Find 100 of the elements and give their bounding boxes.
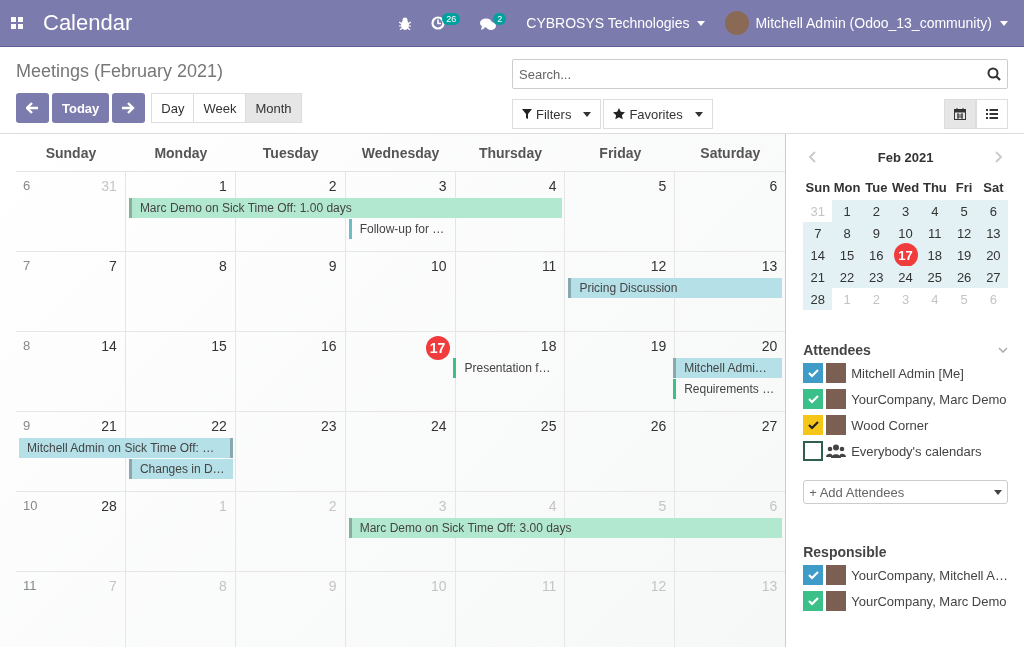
day-number[interactable]: 8 bbox=[218, 258, 227, 274]
checkbox[interactable] bbox=[803, 441, 824, 461]
add-attendees-field[interactable]: + Add Attendees bbox=[803, 480, 1008, 504]
calendar-event[interactable]: Mitchell Admin on Sick Time Off: … bbox=[19, 438, 233, 458]
checkbox[interactable] bbox=[803, 591, 824, 611]
calendar-event[interactable]: Marc Demo on Sick Time Off: 1.00 days bbox=[128, 198, 563, 218]
day-number[interactable]: 26 bbox=[650, 418, 667, 434]
company-switcher[interactable]: CYBROSYS Technologies bbox=[526, 15, 706, 31]
day-number[interactable]: 14 bbox=[101, 338, 117, 354]
weekday-header: Friday bbox=[599, 144, 642, 161]
avatar-placeholder bbox=[826, 389, 847, 409]
checkbox[interactable] bbox=[803, 565, 824, 585]
day-number[interactable]: 7 bbox=[109, 258, 117, 274]
scale-button[interactable]: Month bbox=[246, 93, 302, 123]
day-number[interactable]: 6 bbox=[769, 178, 778, 194]
clock-icon[interactable] bbox=[431, 16, 446, 30]
funnel-icon bbox=[522, 109, 532, 119]
day-number[interactable]: 1 bbox=[218, 178, 227, 194]
day-number[interactable]: 4 bbox=[548, 178, 557, 194]
day-number[interactable]: 20 bbox=[761, 338, 778, 354]
checkbox[interactable] bbox=[803, 389, 824, 409]
mini-day[interactable]: 1 bbox=[843, 203, 851, 219]
filter-label[interactable]: Everybody's calendars bbox=[851, 443, 982, 459]
mini-day[interactable]: 5 bbox=[960, 203, 968, 219]
day-number[interactable]: 25 bbox=[540, 418, 557, 434]
chevron-down-icon[interactable] bbox=[998, 347, 1008, 353]
mini-day[interactable]: 4 bbox=[931, 203, 939, 219]
day-number[interactable]: 16 bbox=[321, 338, 337, 354]
checkbox[interactable] bbox=[803, 363, 824, 383]
app-title: Calendar bbox=[43, 10, 133, 36]
activity-count-badge: 26 bbox=[442, 13, 461, 25]
breadcrumb[interactable]: Meetings (February 2021) bbox=[16, 59, 302, 83]
view-switch-button[interactable] bbox=[944, 99, 976, 129]
day-number[interactable]: 22 bbox=[211, 418, 227, 434]
mini-day[interactable]: 8 bbox=[843, 225, 851, 241]
search-field[interactable]: Search... bbox=[512, 59, 1008, 89]
favorites-button[interactable]: Favorites bbox=[603, 99, 713, 129]
day-number[interactable]: 28 bbox=[101, 498, 117, 514]
apps-menu-icon[interactable] bbox=[11, 17, 23, 29]
day-number[interactable]: 5 bbox=[658, 178, 667, 194]
week-number: 11 bbox=[23, 578, 37, 593]
calendar-event[interactable]: Presentation f… bbox=[453, 358, 559, 378]
list-icon bbox=[986, 108, 998, 120]
weekday-label: Wed bbox=[891, 179, 921, 197]
weekday-label: Mon bbox=[832, 179, 862, 197]
weekday-header: Sunday bbox=[45, 144, 97, 161]
calendar-event[interactable]: Mitchell Admi… bbox=[673, 358, 783, 378]
mini-day[interactable]: 9 bbox=[872, 225, 880, 241]
today-button[interactable]: Today bbox=[52, 93, 110, 123]
calendar-event[interactable]: Marc Demo on Sick Time Off: 3.00 days bbox=[348, 518, 783, 538]
bug-icon[interactable] bbox=[399, 16, 412, 30]
filters-button[interactable]: Filters bbox=[512, 99, 602, 129]
weekday-label: Tue bbox=[864, 179, 889, 197]
calendar-event[interactable]: Changes in D… bbox=[128, 459, 233, 479]
day-number[interactable]: 9 bbox=[328, 258, 337, 274]
check-icon bbox=[807, 570, 819, 580]
scale-button[interactable]: Week bbox=[194, 93, 247, 123]
filter-label[interactable]: YourCompany, Mitchell A… bbox=[851, 567, 1008, 583]
filter-label[interactable]: YourCompany, Marc Demo bbox=[851, 391, 1007, 407]
day-number[interactable]: 11 bbox=[541, 258, 557, 274]
week-number: 6 bbox=[23, 178, 31, 193]
day-number[interactable]: 13 bbox=[761, 258, 778, 274]
mini-day[interactable]: 2 bbox=[872, 203, 880, 219]
day-number[interactable]: 17 bbox=[425, 336, 450, 360]
calendar-event[interactable]: Pricing Discussion bbox=[568, 278, 783, 298]
weekday-label: Sat bbox=[982, 179, 1005, 197]
day-number[interactable]: 3 bbox=[438, 178, 447, 194]
mini-day[interactable]: 6 bbox=[989, 203, 997, 219]
left-arrow-icon bbox=[26, 102, 39, 114]
avatar-placeholder bbox=[826, 415, 847, 435]
check-icon bbox=[807, 394, 819, 404]
day-number[interactable]: 23 bbox=[321, 418, 337, 434]
view-switch-button[interactable] bbox=[976, 99, 1008, 129]
filter-label[interactable]: Mitchell Admin [Me] bbox=[851, 365, 964, 381]
filter-label[interactable]: Wood Corner bbox=[851, 417, 929, 433]
next-button[interactable] bbox=[112, 93, 146, 123]
day-number[interactable]: 24 bbox=[430, 418, 447, 434]
day-number[interactable]: 19 bbox=[650, 338, 667, 354]
weekday-header: Thursday bbox=[478, 144, 542, 161]
chat-bubbles-icon[interactable] bbox=[480, 16, 497, 30]
search-icon[interactable] bbox=[987, 67, 1001, 81]
day-number[interactable]: 21 bbox=[101, 418, 117, 434]
calendar-event[interactable]: Follow-up for … bbox=[348, 219, 453, 239]
filter-label[interactable]: YourCompany, Marc Demo bbox=[851, 593, 1007, 609]
day-number[interactable]: 27 bbox=[761, 418, 778, 434]
mini-day[interactable]: 17 bbox=[893, 243, 918, 267]
week-number: 8 bbox=[23, 338, 31, 353]
weekday-header: Monday bbox=[154, 144, 208, 161]
day-number[interactable]: 10 bbox=[430, 258, 447, 274]
check-icon bbox=[807, 596, 819, 606]
check-icon bbox=[807, 368, 819, 378]
day-number[interactable]: 2 bbox=[328, 178, 337, 194]
user-menu[interactable]: Mitchell Admin (Odoo_13_community) bbox=[725, 11, 1008, 35]
day-number[interactable]: 15 bbox=[211, 338, 227, 354]
mini-day[interactable]: 7 bbox=[814, 225, 822, 241]
calendar-event[interactable]: Requirements … bbox=[673, 379, 783, 399]
scale-button[interactable]: Day bbox=[151, 93, 195, 123]
previous-button[interactable] bbox=[16, 93, 49, 123]
day-number[interactable]: 12 bbox=[650, 258, 667, 274]
day-number[interactable]: 18 bbox=[540, 338, 557, 354]
